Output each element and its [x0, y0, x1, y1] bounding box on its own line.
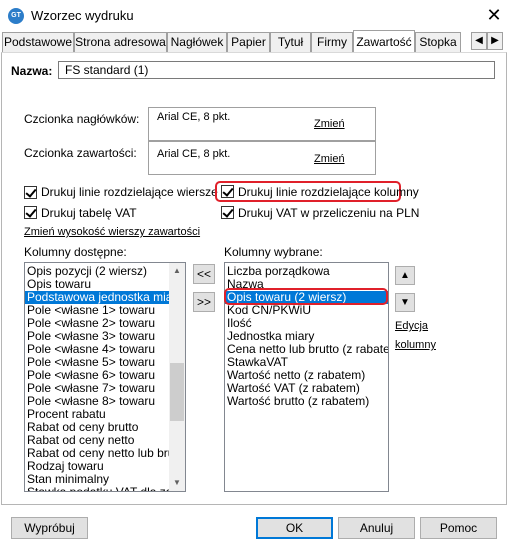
cancel-button[interactable]: Anuluj [338, 517, 415, 539]
content-font-change-link[interactable]: Zmień [314, 153, 345, 165]
vat-pln-checkbox[interactable] [221, 206, 234, 219]
add-column-button[interactable]: >> [193, 292, 215, 312]
list-item[interactable]: Wartość brutto (z rabatem) [225, 395, 388, 408]
header-font-label: Czcionka nagłówków: [24, 112, 140, 126]
selected-columns-label: Kolumny wybrane: [224, 245, 323, 259]
vat-table-checkbox[interactable] [24, 206, 37, 219]
tab-firmy[interactable]: Firmy [311, 32, 353, 52]
vat-table-label: Drukuj tabelę VAT [41, 206, 137, 220]
tab-strona-adresowa[interactable]: Strona adresowa [74, 32, 167, 52]
col-lines-checkbox[interactable] [221, 185, 234, 198]
move-down-icon[interactable]: ▼ [395, 293, 415, 312]
list-item[interactable]: Stawka podatku VAT dla zaku [25, 486, 185, 492]
tab-tytul[interactable]: Tytuł [270, 32, 311, 52]
tab-scroll-left-icon[interactable]: ◀ [471, 32, 487, 50]
tab-naglowek[interactable]: Nagłówek [167, 32, 227, 52]
help-button[interactable]: Pomoc [420, 517, 497, 539]
col-lines-label: Drukuj linie rozdzielające kolumny [238, 185, 419, 199]
content-font-value: Arial CE, 8 pkt. [157, 148, 231, 160]
edit-columns-link-line2[interactable]: kolumny [395, 339, 436, 351]
vat-pln-label: Drukuj VAT w przeliczeniu na PLN [238, 206, 420, 220]
preview-button[interactable]: Wypróbuj [11, 517, 88, 539]
remove-column-button[interactable]: << [193, 264, 215, 284]
tab-scroll-right-icon[interactable]: ▶ [487, 32, 503, 50]
tab-podstawowe[interactable]: Podstawowe [2, 32, 74, 52]
ok-button[interactable]: OK [256, 517, 333, 539]
header-font-value: Arial CE, 8 pkt. [157, 111, 231, 123]
available-columns-list[interactable]: Opis pozycji (2 wiersz) Opis towaru Podsta… [24, 262, 186, 492]
move-up-icon[interactable]: ▲ [395, 266, 415, 285]
row-height-link[interactable]: Zmień wysokość wierszy zawartości [24, 226, 200, 238]
name-input[interactable]: FS standard (1) [58, 61, 495, 79]
window-title: Wzorzec wydruku [31, 8, 134, 23]
available-scrollbar[interactable]: ▲ ▼ [169, 263, 185, 491]
row-lines-label: Drukuj linie rozdzielające wiersze [41, 185, 218, 199]
available-columns-label: Kolumny dostępne: [24, 245, 127, 259]
tab-papier[interactable]: Papier [227, 32, 270, 52]
tab-zawartosc[interactable]: Zawartość [353, 30, 415, 52]
tab-strip: Podstawowe Strona adresowa Nagłówek Papi… [0, 30, 508, 52]
name-label: Nazwa: [11, 64, 53, 78]
selected-item-highlight [224, 288, 388, 305]
scroll-up-icon[interactable]: ▲ [169, 263, 185, 279]
tab-stopka[interactable]: Stopka [415, 32, 461, 52]
app-icon: GT [8, 8, 24, 24]
scroll-down-icon[interactable]: ▼ [169, 475, 185, 491]
available-scroll-thumb[interactable] [170, 363, 184, 421]
header-font-change-link[interactable]: Zmień [314, 118, 345, 130]
edit-columns-link[interactable]: Edycja [395, 320, 428, 332]
close-icon[interactable]: ✕ [484, 4, 504, 26]
content-font-label: Czcionka zawartości: [24, 146, 137, 160]
row-lines-checkbox[interactable] [24, 186, 37, 199]
